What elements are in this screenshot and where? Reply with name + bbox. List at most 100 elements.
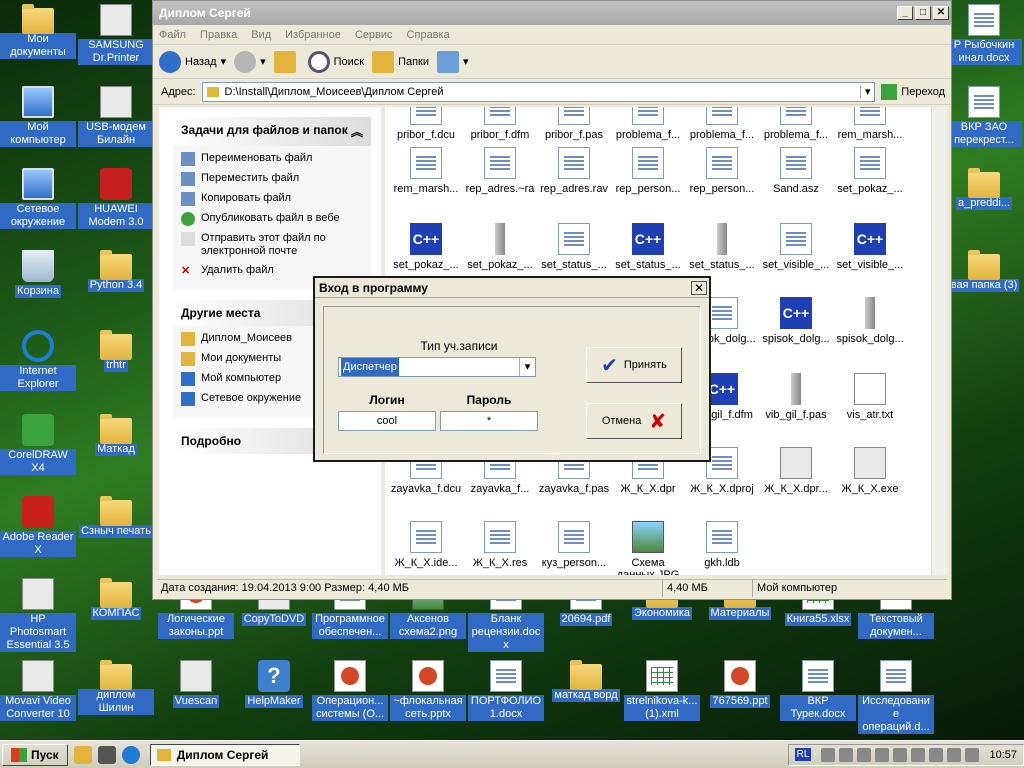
desktop-icon[interactable]: ? HelpMaker xyxy=(236,660,312,708)
desktop-icon[interactable]: trhtr xyxy=(78,330,154,372)
desktop-icon[interactable]: маткад ворд xyxy=(548,660,624,702)
task-copy[interactable]: Копировать файл xyxy=(181,192,363,206)
forward-button[interactable]: ▾ xyxy=(234,50,266,73)
login-input[interactable]: cool xyxy=(338,411,436,431)
dropdown-arrow-icon[interactable]: ▾ xyxy=(860,85,874,98)
file-item[interactable]: problema_f... xyxy=(611,107,685,141)
ie-icon[interactable] xyxy=(121,745,140,764)
desktop-icon[interactable]: Internet Explorer xyxy=(0,330,76,391)
desktop-icon[interactable]: Мои документы xyxy=(0,4,76,59)
file-item[interactable]: rep_adres.rav xyxy=(537,147,611,195)
menu-edit[interactable]: Правка xyxy=(200,29,237,41)
account-type-select[interactable]: Диспетчер ▾ xyxy=(338,357,536,377)
file-item[interactable]: spisok_dolg... xyxy=(833,297,907,345)
file-item[interactable]: Ж_К_Х.dpr... xyxy=(759,447,833,495)
task-rename[interactable]: Переименовать файл xyxy=(181,152,363,166)
file-item[interactable]: Схема данных.JPG xyxy=(611,521,685,575)
desktop-icon[interactable]: HP Photosmart Essential 3.5 xyxy=(0,578,76,652)
antivirus-icon[interactable] xyxy=(929,747,944,762)
file-item[interactable]: set_pokaz_... xyxy=(463,223,537,271)
desktop-icon[interactable]: ВКР Турек.docx xyxy=(780,660,856,721)
desktop-icon[interactable]: Корзина xyxy=(0,250,76,298)
desktop-icon[interactable]: Python 3.4 xyxy=(78,250,154,292)
accept-button[interactable]: ✔ Принять xyxy=(586,347,682,383)
file-item[interactable]: pribor_f.dfm xyxy=(463,107,537,141)
desktop-icon[interactable]: USB-модем Билайн xyxy=(78,86,154,147)
desktop-icon[interactable]: HUAWEI Modem 3.0 xyxy=(78,168,154,229)
file-item[interactable]: Ж_К_Х.exe xyxy=(833,447,907,495)
file-item[interactable]: vis_atr.txt xyxy=(833,373,907,421)
modem-icon[interactable] xyxy=(857,747,872,762)
file-item[interactable]: rep_person... xyxy=(685,147,759,195)
tasks-panel-header[interactable]: Задачи для файлов и папок ︽ xyxy=(173,117,371,146)
file-item[interactable]: pribor_f.pas xyxy=(537,107,611,141)
show-desktop-icon[interactable] xyxy=(97,745,116,764)
file-item[interactable]: set_status_... xyxy=(611,223,685,271)
views-button[interactable]: ▾ xyxy=(437,50,469,73)
collapse-icon[interactable]: ︽ xyxy=(351,123,363,140)
desktop-icon[interactable]: Маткад xyxy=(78,414,154,456)
folders-button[interactable]: Папки xyxy=(372,50,429,73)
tray-app-icon[interactable] xyxy=(947,747,962,762)
desktop-icon[interactable]: Исследование операций.d... xyxy=(858,660,934,734)
file-item[interactable]: Sand.asz xyxy=(759,147,833,195)
file-item[interactable]: set_visible_... xyxy=(759,223,833,271)
file-item[interactable]: Ж_К_Х.res xyxy=(463,521,537,569)
file-item[interactable]: set_status_... xyxy=(537,223,611,271)
desktop-icon[interactable]: a_preddi... xyxy=(946,168,1022,210)
desktop-icon[interactable]: КОМПАС xyxy=(78,578,154,620)
tray-app-icon[interactable] xyxy=(965,747,980,762)
desktop-icon[interactable]: Adobe Reader X xyxy=(0,496,76,557)
task-email[interactable]: Отправить этот файл по электронной почте xyxy=(181,232,363,258)
vertical-scrollbar[interactable] xyxy=(931,107,947,575)
go-button[interactable]: Переход xyxy=(881,83,945,100)
minimize-button[interactable]: _ xyxy=(897,6,913,20)
cancel-button[interactable]: Отмена ✘ xyxy=(586,403,682,439)
file-item[interactable]: problema_f... xyxy=(759,107,833,141)
update-icon[interactable] xyxy=(893,747,908,762)
file-item[interactable]: rep_person... xyxy=(611,147,685,195)
menu-favorites[interactable]: Избранное xyxy=(285,29,341,41)
dialog-close-button[interactable]: ✕ xyxy=(691,280,707,295)
file-item[interactable]: set_pokaz_... xyxy=(389,223,463,271)
desktop-icon[interactable]: ~флокальная сеть.pptx xyxy=(390,660,466,721)
file-item[interactable]: pribor_f.dcu xyxy=(389,107,463,141)
file-item[interactable]: Ж_К_Х.ide... xyxy=(389,521,463,569)
desktop-icon[interactable]: Сзныч печать xyxy=(78,496,154,538)
up-folder-button[interactable] xyxy=(273,50,300,73)
desktop-icon[interactable]: Сетевое окружение xyxy=(0,168,76,229)
file-item[interactable]: set_pokaz_... xyxy=(833,147,907,195)
file-item[interactable]: rem_marsh... xyxy=(389,147,463,195)
dropdown-arrow-icon[interactable]: ▾ xyxy=(519,358,535,376)
desktop-icon[interactable]: ПОРТФОЛИО 1.docx xyxy=(468,660,544,721)
desktop-icon[interactable]: вая папка (3) xyxy=(946,250,1022,292)
dialog-titlebar[interactable]: Вход в программу ✕ xyxy=(315,278,709,298)
network-icon[interactable] xyxy=(821,747,836,762)
desktop-icon[interactable]: Операцион... системы (О... xyxy=(312,660,388,721)
window-titlebar[interactable]: Диплом Сергей _ □ ✕ xyxy=(153,1,951,25)
desktop-icon[interactable]: диплом Шилин xyxy=(78,660,154,715)
file-item[interactable]: spisok_dolg... xyxy=(759,297,833,345)
menu-tools[interactable]: Сервис xyxy=(355,29,393,41)
language-indicator[interactable]: RL xyxy=(794,748,812,761)
menu-help[interactable]: Справка xyxy=(407,29,450,41)
address-input[interactable]: D:\Install\Диплом_Моисеев\Диплом Сергей ▾ xyxy=(201,81,876,102)
file-item[interactable]: rep_adres.~ra xyxy=(463,147,537,195)
desktop-icon[interactable]: Мой компьютер xyxy=(0,86,76,147)
desktop-icon[interactable]: SAMSUNG Dr.Printer xyxy=(78,4,154,65)
close-button[interactable]: ✕ xyxy=(933,6,949,20)
search-button[interactable]: Поиск xyxy=(307,50,364,73)
security-icon[interactable] xyxy=(875,747,890,762)
password-input[interactable]: * xyxy=(440,411,538,431)
menu-view[interactable]: Вид xyxy=(251,29,271,41)
menu-file[interactable]: Файл xyxy=(159,29,186,41)
file-item[interactable]: gkh.ldb xyxy=(685,521,759,569)
desktop-icon[interactable]: Movavi Video Converter 10 xyxy=(0,660,76,721)
volume-icon[interactable] xyxy=(839,747,854,762)
file-item[interactable]: problema_f... xyxy=(685,107,759,141)
back-button[interactable]: Назад ▾ xyxy=(159,50,226,73)
desktop-icon[interactable]: Vuescan xyxy=(158,660,234,708)
file-item[interactable]: set_visible_... xyxy=(833,223,907,271)
maximize-button[interactable]: □ xyxy=(915,6,931,20)
start-button[interactable]: Пуск xyxy=(2,743,68,766)
